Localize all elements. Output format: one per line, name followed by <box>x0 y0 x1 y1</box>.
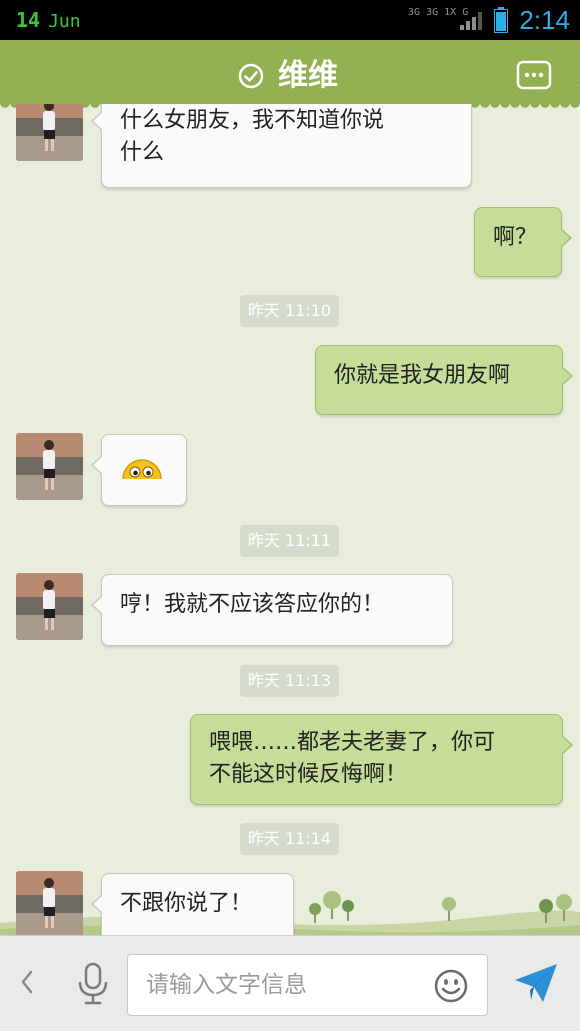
message-bubble-outgoing[interactable]: 喂喂……都老夫老妻了，你可 不能这时候反悔啊！ <box>190 714 573 805</box>
send-icon[interactable] <box>513 962 559 1004</box>
status-day: 14 <box>16 8 41 32</box>
battery-icon <box>494 7 508 33</box>
chevron-left-icon[interactable] <box>16 966 38 998</box>
network-label: 3G <box>426 7 439 18</box>
status-date: 14 Jun <box>16 6 81 36</box>
timestamp: 昨天 11:11 <box>240 525 339 557</box>
contact-avatar[interactable] <box>16 104 83 161</box>
message-bubble-outgoing[interactable]: 你就是我女朋友啊 <box>315 345 573 415</box>
network-label: 1X <box>444 7 457 18</box>
avatar-photo <box>16 573 83 640</box>
status-bar: 14 Jun 3G 3G 1X G 2:14 <box>0 0 580 40</box>
avatar-photo <box>16 871 83 935</box>
contact-avatar[interactable] <box>16 573 83 640</box>
network-label: 3G <box>408 7 421 18</box>
contact-avatar[interactable] <box>16 871 83 935</box>
avatar-photo <box>16 433 83 500</box>
message-field[interactable] <box>127 954 488 1016</box>
message-bubble-outgoing[interactable]: 啊？ <box>474 207 572 277</box>
title-bar: 维维 <box>0 40 580 111</box>
chat-bubble-menu-icon[interactable] <box>516 60 552 90</box>
avatar-photo <box>16 104 83 161</box>
message-text: 不跟你说了！ <box>120 891 253 916</box>
message-text: 喂喂……都老夫老妻了，你可 不能这时候反悔啊！ <box>209 730 496 787</box>
message-text: 你就是我女朋友啊 <box>334 363 511 388</box>
message-bubble-incoming[interactable]: 哼！我就不应该答应你的！ <box>91 574 453 646</box>
message-text: 什么女朋友，我不知道你说 什么 <box>120 108 385 165</box>
message-text: 啊？ <box>493 225 538 250</box>
contact-name: 维维 <box>278 58 338 93</box>
check-circle-icon <box>238 63 264 89</box>
input-bar <box>0 935 580 1031</box>
timestamp: 昨天 11:13 <box>240 665 339 697</box>
contact-avatar[interactable] <box>16 433 83 500</box>
timestamp: 昨天 11:14 <box>240 823 339 855</box>
smiley-icon[interactable] <box>434 969 468 1003</box>
microphone-icon[interactable] <box>74 962 112 1006</box>
message-bubble-incoming[interactable] <box>91 434 187 506</box>
message-text: 哼！我就不应该答应你的！ <box>120 592 385 617</box>
message-bubble-incoming[interactable]: 什么女朋友，我不知道你说 什么 <box>91 104 472 188</box>
status-month: Jun <box>48 11 81 32</box>
status-time: 2:14 <box>519 5 570 35</box>
peeking-face-emoji <box>122 459 162 479</box>
chat-area[interactable]: 什么女朋友，我不知道你说 什么 啊？ 昨天 11:10 你就是我女朋友啊 昨天 … <box>0 104 580 935</box>
timestamp: 昨天 11:10 <box>240 295 339 327</box>
message-bubble-incoming[interactable]: 不跟你说了！ <box>91 873 294 935</box>
message-input[interactable] <box>146 965 416 1005</box>
signal-icon <box>460 12 482 30</box>
